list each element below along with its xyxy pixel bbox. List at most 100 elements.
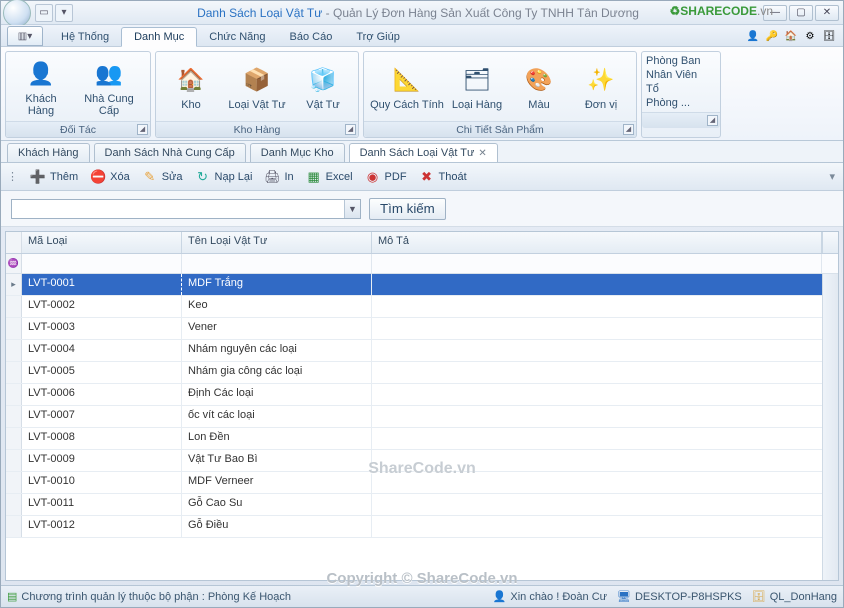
rbtn-loai-vat-tu[interactable]: 📦 Loại Vật Tư — [222, 61, 292, 113]
menu-bao-cao[interactable]: Báo Cáo — [278, 28, 345, 46]
tbtn-excel[interactable]: ▦Excel — [306, 169, 353, 185]
chevron-down-icon[interactable]: ▼ — [344, 200, 360, 218]
dialog-launcher-icon[interactable]: ◢ — [707, 115, 718, 126]
rlink-phong-ban[interactable]: Phòng Ban — [646, 54, 712, 68]
row-indicator — [6, 472, 22, 493]
tab-khach-hang[interactable]: Khách Hàng — [7, 143, 90, 162]
status-icon: ▤ — [7, 590, 17, 603]
table-row[interactable]: LVT-0012Gỗ Điều — [6, 516, 838, 538]
rbtn-khach-hang[interactable]: 👤 Khách Hàng — [10, 55, 72, 119]
tbtn-pdf[interactable]: ◉PDF — [365, 169, 407, 185]
qa-btn-1[interactable]: ▭ — [35, 4, 53, 22]
product-type-icon: 🗂 — [460, 63, 494, 97]
search-combo[interactable]: ▼ — [11, 199, 361, 219]
rbtn-loai-hang[interactable]: 🗂 Loại Hàng — [446, 61, 508, 113]
table-row[interactable]: LVT-0002Keo — [6, 296, 838, 318]
host-icon: 🖥 — [617, 590, 631, 603]
cell — [372, 406, 838, 427]
table-row[interactable]: LVT-0004Nhám nguyên các loại — [6, 340, 838, 362]
table-row[interactable]: LVT-0007ốc vít các loại — [6, 406, 838, 428]
rbtn-kho[interactable]: 🏠 Kho — [160, 61, 222, 113]
mini-db-icon[interactable]: 🗄 — [821, 28, 837, 44]
rbtn-quy-cach-tinh[interactable]: 📐 Quy Cách Tính — [368, 61, 446, 113]
cell: Vener — [182, 318, 372, 339]
table-row[interactable]: LVT-0010MDF Verneer — [6, 472, 838, 494]
title-main: Danh Sách Loại Vật Tư — [197, 6, 322, 20]
table-row[interactable]: ▸LVT-0001MDF Trắng — [6, 274, 838, 296]
customer-icon: 👤 — [24, 57, 58, 91]
row-indicator — [6, 362, 22, 383]
rbtn-don-vi[interactable]: ✨ Đơn vị — [570, 61, 632, 113]
table-row[interactable]: LVT-0006Định Các loại — [6, 384, 838, 406]
supplier-icon: 👥 — [92, 57, 126, 91]
rbtn-mau[interactable]: 🎨 Màu — [508, 61, 570, 113]
tbtn-print[interactable]: 🖨In — [264, 169, 293, 185]
table-row[interactable]: LVT-0009Vật Tư Bao Bì — [6, 450, 838, 472]
cell: Gỗ Cao Su — [182, 494, 372, 515]
dialog-launcher-icon[interactable]: ◢ — [137, 124, 148, 135]
row-indicator — [6, 450, 22, 471]
rlink-nhan-vien[interactable]: Nhân Viên — [646, 68, 712, 82]
mini-key-icon[interactable]: 🔑 — [764, 28, 780, 44]
rlink-to[interactable]: Tổ — [646, 82, 712, 96]
app-orb[interactable] — [3, 0, 31, 27]
edit-icon: ✎ — [142, 169, 158, 185]
tab-danh-muc-kho[interactable]: Danh Mục Kho — [250, 143, 345, 162]
tbtn-add[interactable]: ➕Thêm — [30, 169, 78, 185]
col-ten-loai[interactable]: Tên Loại Vật Tư — [182, 232, 372, 253]
close-button[interactable]: ✕ — [815, 5, 839, 21]
dialog-launcher-icon[interactable]: ◢ — [623, 124, 634, 135]
print-icon: 🖨 — [264, 169, 280, 185]
rlink-phong[interactable]: Phòng ... — [646, 96, 712, 110]
table-row[interactable]: LVT-0003Vener — [6, 318, 838, 340]
search-input[interactable] — [12, 200, 344, 218]
cell — [372, 428, 838, 449]
pdf-icon: ◉ — [365, 169, 381, 185]
maximize-button[interactable]: ▢ — [789, 5, 813, 21]
grid-body[interactable]: ▸LVT-0001MDF TrắngLVT-0002KeoLVT-0003Ven… — [6, 274, 838, 580]
vertical-scrollbar[interactable] — [822, 274, 838, 580]
dialog-launcher-icon[interactable]: ◢ — [345, 124, 356, 135]
table-row[interactable]: LVT-0005Nhám gia công các loại — [6, 362, 838, 384]
cell: LVT-0006 — [22, 384, 182, 405]
rbtn-nha-cung-cap[interactable]: 👥 Nhà Cung Cấp — [72, 55, 146, 119]
cell: LVT-0003 — [22, 318, 182, 339]
tbtn-edit[interactable]: ✎Sửa — [142, 169, 183, 185]
ribbon-group-chi-tiet-sp: 📐 Quy Cách Tính 🗂 Loại Hàng 🎨 Màu ✨ Đơn … — [363, 51, 637, 138]
menu-chuc-nang[interactable]: Chức Năng — [197, 28, 277, 46]
tbtn-reload[interactable]: ↻Nạp Lại — [195, 169, 253, 185]
delete-icon: ⛔ — [90, 169, 106, 185]
app-menu-button[interactable]: ▥▾ — [7, 26, 43, 46]
user-icon: 👤 — [493, 590, 507, 603]
titlebar: ▭ ▾ Danh Sách Loại Vật Tư - Quản Lý Đơn … — [1, 1, 843, 25]
row-indicator — [6, 516, 22, 537]
cell: Vật Tư Bao Bì — [182, 450, 372, 471]
table-row[interactable]: LVT-0008Lon Đền — [6, 428, 838, 450]
db-icon: 🗄 — [752, 590, 766, 603]
mini-home-icon[interactable]: 🏠 — [783, 28, 799, 44]
rbtn-vat-tu[interactable]: 🧊 Vật Tư — [292, 61, 354, 113]
search-button[interactable]: Tìm kiếm — [369, 198, 446, 220]
tab-loai-vat-tu[interactable]: Danh Sách Loại Vật Tư ✕ — [349, 143, 498, 162]
ribbon-group-links: Phòng Ban Nhân Viên Tổ Phòng ... ◢ — [641, 51, 721, 138]
menu-tro-giup[interactable]: Trợ Giúp — [344, 28, 411, 46]
toolbar-overflow-icon[interactable]: ▾ — [829, 170, 835, 183]
qa-dropdown[interactable]: ▾ — [55, 4, 73, 22]
reload-icon: ↻ — [195, 169, 211, 185]
cell: LVT-0005 — [22, 362, 182, 383]
tbtn-delete[interactable]: ⛔Xóa — [90, 169, 130, 185]
menu-danh-muc[interactable]: Danh Mục — [121, 27, 197, 47]
mini-gear-icon[interactable]: ⚙ — [802, 28, 818, 44]
col-ma-loai[interactable]: Mã Loại — [22, 232, 182, 253]
data-grid: Mã Loại Tên Loại Vật Tư Mô Tả ♒ ▸LVT-000… — [5, 231, 839, 581]
mini-user-icon[interactable]: 👤 — [745, 28, 761, 44]
table-row[interactable]: LVT-0011Gỗ Cao Su — [6, 494, 838, 516]
tbtn-exit[interactable]: ✖Thoát — [419, 169, 467, 185]
row-indicator: ▸ — [6, 274, 22, 295]
menu-he-thong[interactable]: Hệ Thống — [49, 28, 121, 46]
tab-nha-cung-cap[interactable]: Danh Sách Nhà Cung Cấp — [94, 143, 246, 162]
col-mo-ta[interactable]: Mô Tả — [372, 232, 822, 253]
cell — [372, 494, 838, 515]
close-tab-icon[interactable]: ✕ — [478, 148, 486, 159]
filter-icon[interactable]: ♒ — [6, 254, 22, 273]
